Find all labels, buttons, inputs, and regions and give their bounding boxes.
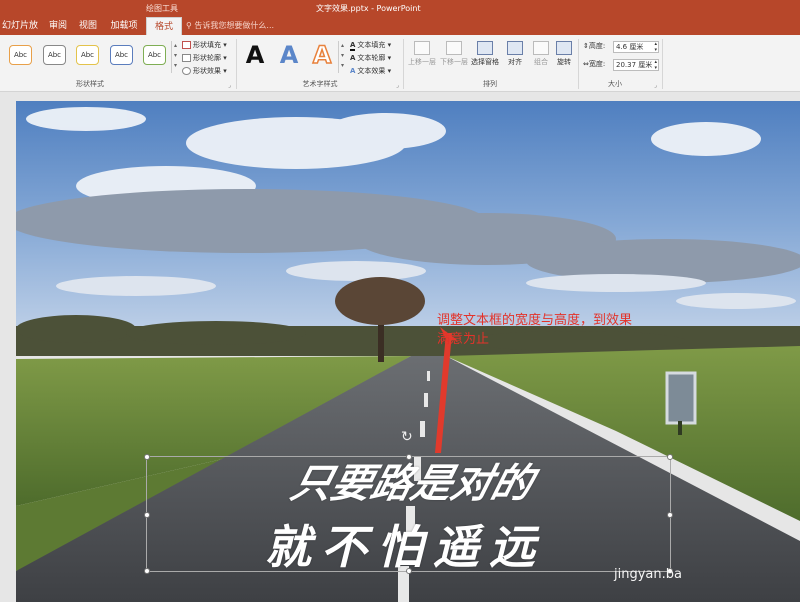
height-input[interactable]: 4.6 厘米 ▴ ▾ [613,41,659,53]
resize-handle[interactable] [144,568,150,574]
width-value: 20.37 厘米 [616,61,653,69]
textbox-line-1[interactable]: 只要路是对的 [240,457,583,511]
shape-style-sample-3[interactable]: Abc [76,45,99,65]
rotate-icon [556,41,572,55]
wordart-sample-2[interactable]: A [274,41,304,69]
shape-style-gallery-scroll[interactable]: ▴ ▾ ▾ [171,41,179,73]
rotate-handle-icon[interactable]: ↻ [401,429,413,445]
send-backward-button[interactable]: 下移一层 [439,39,469,77]
wordart-sample-3[interactable]: A [307,40,337,70]
arrange-group-label: 排列 [483,80,497,88]
text-fill-button[interactable]: A 文本填充 ▾ [350,39,391,51]
text-fill-label: 文本填充 [357,41,386,49]
selection-pane-label: 选择窗格 [471,58,499,66]
shape-style-sample-2[interactable]: Abc [43,45,66,65]
ribbon: Abc Abc Abc Abc Abc ▴ ▾ ▾ 形状填充 ▾ 形状轮廓 ▾ 形状… [0,35,800,92]
width-row: ⇔宽度: 20.37 厘米 ▴ ▾ [583,59,659,72]
send-backward-label: 下移一层 [440,58,468,66]
dialog-launcher-icon[interactable]: ⌟ [654,82,657,89]
height-row: ⇕高度: 4.6 厘米 ▴ ▾ [583,41,659,54]
resize-handle[interactable] [144,454,150,460]
dialog-launcher-icon[interactable]: ⌟ [228,82,231,89]
shape-style-sample-1[interactable]: Abc [9,45,32,65]
dialog-launcher-icon[interactable]: ⌟ [396,82,399,89]
rotate-label: 旋转 [557,58,571,66]
group-divider [403,39,404,89]
window-title: 文字效果.pptx - PowerPoint [316,4,421,13]
annotation-text: 调整文本框的宽度与高度，到效果 满意为止 [437,311,632,349]
text-fill-icon: A [350,41,356,51]
text-effects-button[interactable]: A 文本效果 ▾ [350,65,391,77]
text-effects-icon: A [350,67,356,75]
paint-bucket-icon [182,41,191,49]
tell-me-placeholder: 告诉我您想要做什么... [194,21,275,30]
shape-style-sample-4[interactable]: Abc [110,45,133,65]
height-label: 高度: [588,42,606,50]
resize-handle[interactable] [406,454,412,460]
selected-textbox[interactable]: 只要路是对的 就不怕遥远 ↻ [144,429,673,575]
shape-outline-label: 形状轮廓 [193,54,221,62]
rotate-button[interactable]: 旋转 [549,39,579,77]
thumbnail-pane-edge [0,92,16,602]
shape-styles-group-label: 形状样式 [76,80,104,88]
group-divider [578,39,579,89]
height-value: 4.6 厘米 [616,43,644,51]
text-outline-label: 文本轮廓 [357,54,386,62]
shape-effects-button[interactable]: 形状效果 ▾ [182,65,227,77]
align-label: 对齐 [508,58,522,66]
tab-review[interactable]: 审阅 [46,17,70,35]
spinner-icon[interactable]: ▴ ▾ [654,41,657,53]
bring-forward-button[interactable]: 上移一层 [407,39,437,77]
resize-handle[interactable] [667,512,673,518]
selection-pane-icon [477,41,493,55]
spinner-icon[interactable]: ▴ ▾ [654,59,657,71]
group-divider [662,39,663,89]
group-icon [533,41,549,55]
tell-me-box[interactable]: ⚲ 告诉我您想要做什么... [186,17,274,35]
group-divider [236,39,237,89]
slide-canvas[interactable]: 调整文本框的宽度与高度，到效果 满意为止 只要路是对的 就不怕遥远 ↻ jing… [16,101,800,602]
tab-addins[interactable]: 加载项 [108,17,140,35]
wordart-sample-1[interactable]: A [240,41,270,69]
drawing-tools-context-label: 绘图工具 [146,4,178,13]
align-icon [507,41,523,55]
shape-effects-label: 形状效果 [193,67,221,75]
group-label: 组合 [534,58,548,66]
resize-handle[interactable] [667,454,673,460]
tab-slideshow[interactable]: 幻灯片放映 [0,17,40,49]
size-group-label: 大小 [608,80,622,88]
annotation-line-1: 调整文本框的宽度与高度，到效果 [437,313,633,328]
resize-handle[interactable] [406,568,412,574]
wordart-styles-group-label: 艺术字样式 [302,80,338,88]
send-backward-icon [446,41,462,55]
tab-format[interactable]: 格式 [146,17,182,35]
text-outline-button[interactable]: A 文本轮廓 ▾ [350,52,391,64]
bring-forward-icon [414,41,430,55]
text-outline-icon: A [350,54,356,62]
resize-handle[interactable] [144,512,150,518]
pen-icon [182,54,191,62]
width-input[interactable]: 20.37 厘米 ▴ ▾ [613,59,659,71]
tab-view[interactable]: 视图 [76,17,100,35]
shape-outline-button[interactable]: 形状轮廓 ▾ [182,52,227,64]
shape-style-sample-5[interactable]: Abc [143,45,166,65]
textbox-line-2[interactable]: 就不怕遥远 [205,519,605,575]
wordart-gallery-scroll[interactable]: ▴ ▾ ▾ [338,41,346,73]
shape-fill-label: 形状填充 [193,41,221,49]
selection-pane-button[interactable]: 选择窗格 [470,39,500,77]
ribbon-tab-bar: 幻灯片放映 审阅 视图 加载项 格式 ⚲ 告诉我您想要做什么... [0,17,800,49]
bring-forward-label: 上移一层 [408,58,436,66]
annotation-line-2: 满意为止 [437,332,490,347]
shape-fill-button[interactable]: 形状填充 ▾ [182,39,227,51]
text-effects-label: 文本效果 [357,67,386,75]
title-bar: 绘图工具 文字效果.pptx - PowerPoint [0,0,800,17]
shape-effects-icon [182,67,191,75]
width-label: 宽度: [588,60,606,68]
watermark: jingyan.ba [614,567,682,582]
